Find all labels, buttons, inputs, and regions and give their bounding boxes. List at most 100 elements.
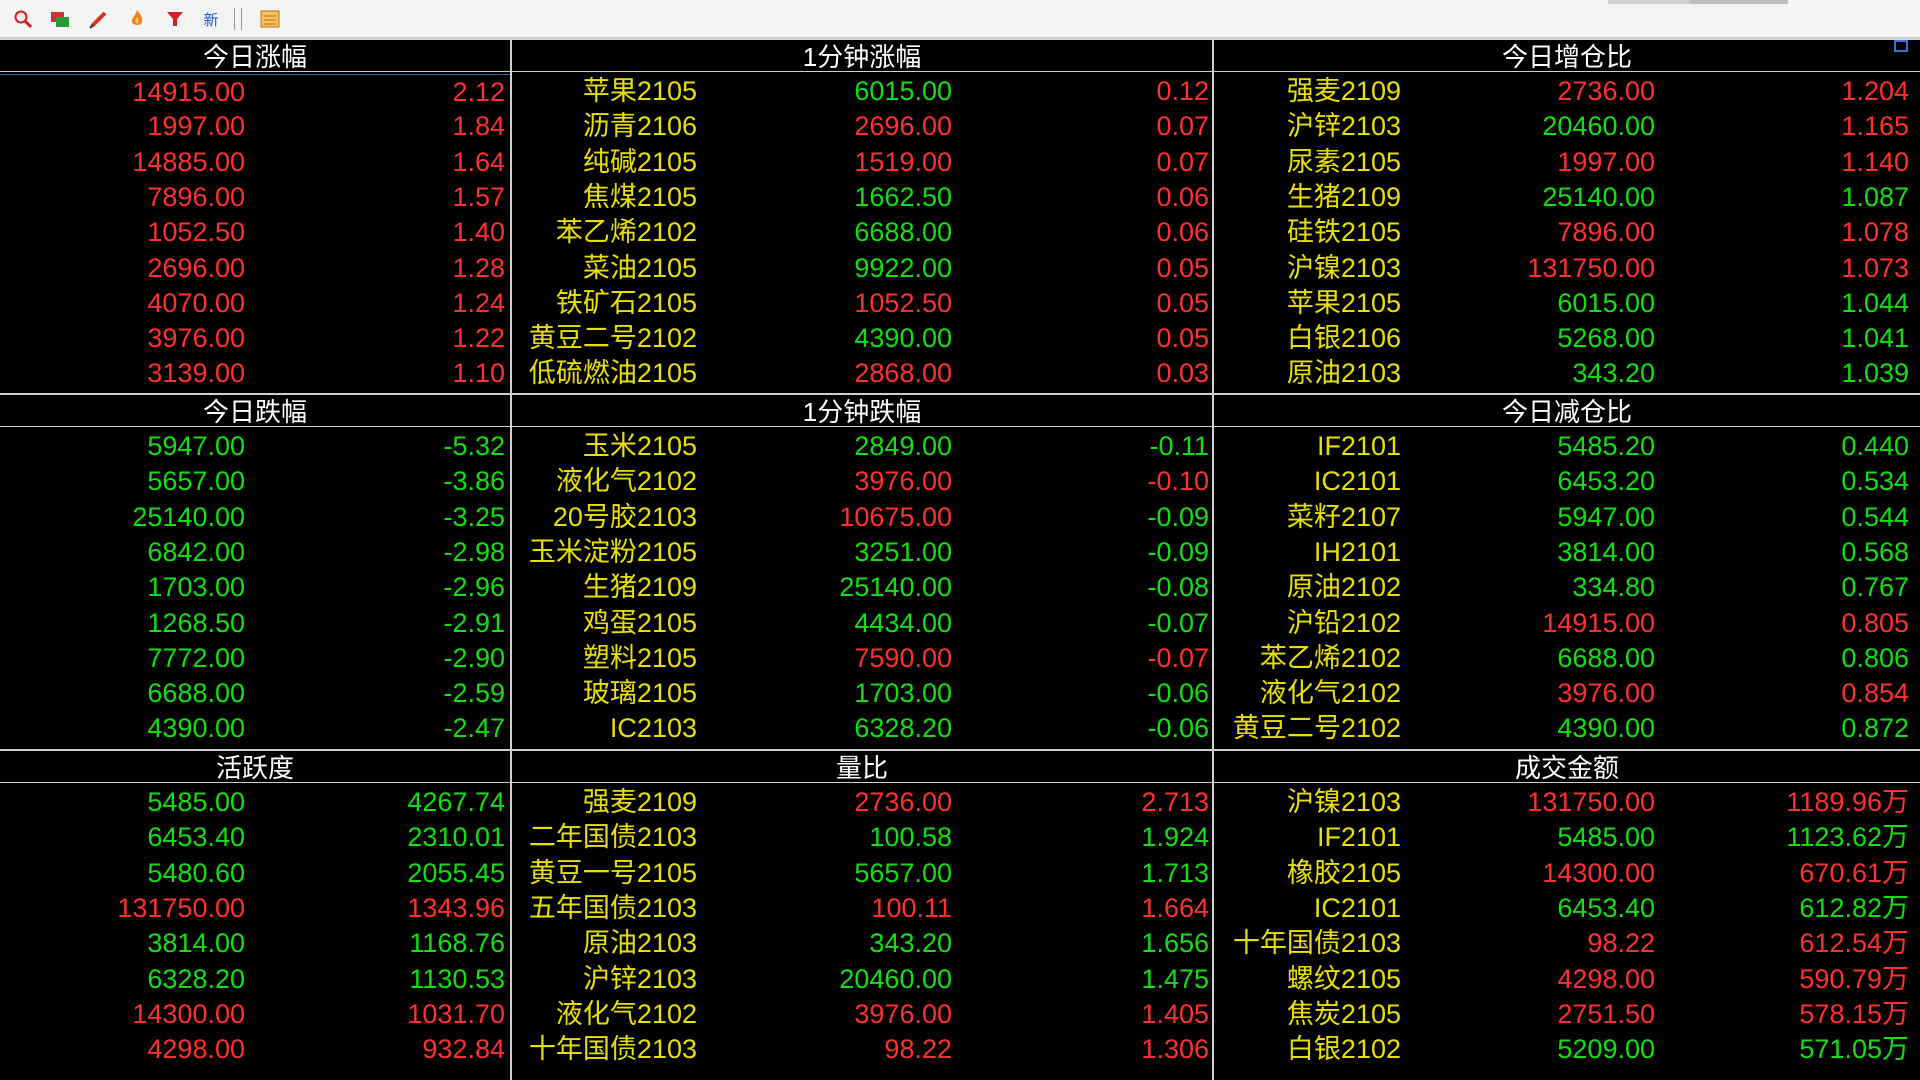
table-row[interactable]: 1997.00 1.84 — [0, 109, 510, 144]
table-row[interactable]: 苯乙烯2102 6688.00 0.06 — [512, 215, 1212, 250]
table-row[interactable]: IC2103 6328.20 -0.06 — [512, 711, 1212, 746]
table-row[interactable]: 原油2102 334.80 0.767 — [1214, 570, 1920, 605]
contract-name-cell: 鸡蛋2105 — [582, 607, 697, 638]
table-row[interactable]: 131750.00 1343.96 — [0, 891, 510, 926]
contract-name-cell: 十年国债2103 — [528, 1034, 697, 1065]
table-row[interactable]: 螺纹2105 4298.00 590.79万 — [1214, 962, 1920, 997]
table-row[interactable]: 玻璃2105 1703.00 -0.06 — [512, 676, 1212, 711]
table-row[interactable]: 5485.00 4267.74 — [0, 785, 510, 820]
table-row[interactable]: IC2101 6453.20 0.534 — [1214, 464, 1920, 499]
table-row[interactable]: 6453.40 2310.01 — [0, 820, 510, 855]
price-cell: 5947.00 — [147, 431, 245, 461]
value-cell: 571.05万 — [1799, 1034, 1909, 1065]
table-row[interactable]: 沪镍2103 131750.00 1189.96万 — [1214, 785, 1920, 820]
table-row[interactable]: 3976.00 1.22 — [0, 321, 510, 356]
table-row[interactable]: 菜油2105 9922.00 0.05 — [512, 251, 1212, 286]
table-row[interactable]: 25140.00 -3.25 — [0, 500, 510, 535]
table-row[interactable]: IC2101 6453.40 612.82万 — [1214, 891, 1920, 926]
table-row[interactable]: 沪铅2102 14915.00 0.805 — [1214, 606, 1920, 641]
table-row[interactable]: 焦炭2105 2751.50 578.15万 — [1214, 997, 1920, 1032]
filter-icon[interactable] — [162, 7, 188, 31]
table-row[interactable]: 液化气2102 3976.00 0.854 — [1214, 676, 1920, 711]
table-row[interactable]: 橡胶2105 14300.00 670.61万 — [1214, 856, 1920, 891]
search-icon[interactable] — [10, 7, 36, 31]
price-cell: 25140.00 — [839, 572, 952, 603]
price-cell: 100.58 — [869, 822, 952, 853]
table-row[interactable]: 1268.50 -2.91 — [0, 606, 510, 641]
contract-name-cell: 20号胶2103 — [552, 501, 697, 532]
table-row[interactable]: 铁矿石2105 1052.50 0.05 — [512, 286, 1212, 321]
contract-name-cell: 十年国债2103 — [1232, 928, 1401, 959]
table-row[interactable]: 液化气2102 3976.00 -0.10 — [512, 464, 1212, 499]
table-row[interactable]: 14885.00 1.64 — [0, 145, 510, 180]
table-row[interactable]: 塑料2105 7590.00 -0.07 — [512, 641, 1212, 676]
table-row[interactable]: 1703.00 -2.96 — [0, 570, 510, 605]
pen-icon[interactable] — [86, 7, 112, 31]
value-cell: -2.98 — [443, 536, 505, 567]
table-row[interactable]: 6688.00 -2.59 — [0, 676, 510, 711]
table-row[interactable]: 黄豆二号2102 4390.00 0.05 — [512, 321, 1212, 356]
table-row[interactable]: 强麦2109 2736.00 2.713 — [512, 785, 1212, 820]
table-row[interactable]: 十年国债2103 98.22 612.54万 — [1214, 926, 1920, 961]
value-cell: 1.10 — [452, 358, 505, 389]
table-row[interactable]: 沪锌2103 20460.00 1.165 — [1214, 109, 1920, 144]
table-row[interactable]: 4390.00 -2.47 — [0, 711, 510, 746]
flame-icon[interactable] — [124, 7, 150, 31]
table-row[interactable]: 6842.00 -2.98 — [0, 535, 510, 570]
table-row[interactable]: 生猪2109 25140.00 -0.08 — [512, 570, 1212, 605]
table-row[interactable]: 十年国债2103 98.22 1.306 — [512, 1032, 1212, 1067]
window-tab[interactable] — [1690, 0, 1788, 4]
table-row[interactable]: 14915.00 2.12 — [0, 74, 510, 109]
table-row[interactable]: 沪镍2103 131750.00 1.073 — [1214, 251, 1920, 286]
table-row[interactable]: 苯乙烯2102 6688.00 0.806 — [1214, 641, 1920, 676]
table-row[interactable]: 1052.50 1.40 — [0, 215, 510, 250]
calendar-icon[interactable] — [257, 7, 283, 31]
table-row[interactable]: 6328.20 1130.53 — [0, 962, 510, 997]
table-row[interactable]: IF2101 5485.20 0.440 — [1214, 429, 1920, 464]
windows-icon[interactable] — [47, 7, 73, 31]
table-row[interactable]: 14300.00 1031.70 — [0, 997, 510, 1032]
table-row[interactable]: 苹果2105 6015.00 0.12 — [512, 74, 1212, 109]
table-row[interactable]: 黄豆二号2102 4390.00 0.872 — [1214, 711, 1920, 746]
table-row[interactable]: 五年国债2103 100.11 1.664 — [512, 891, 1212, 926]
price-cell: 4298.00 — [147, 1034, 245, 1065]
table-row[interactable]: 原油2103 343.20 1.039 — [1214, 356, 1920, 391]
table-row[interactable]: 原油2103 343.20 1.656 — [512, 926, 1212, 961]
table-row[interactable]: 纯碱2105 1519.00 0.07 — [512, 145, 1212, 180]
table-row[interactable]: 4298.00 932.84 — [0, 1032, 510, 1067]
table-row[interactable]: 强麦2109 2736.00 1.204 — [1214, 74, 1920, 109]
maximize-icon[interactable] — [1894, 40, 1908, 52]
table-row[interactable]: 尿素2105 1997.00 1.140 — [1214, 145, 1920, 180]
table-row[interactable]: 2696.00 1.28 — [0, 251, 510, 286]
contract-name-cell: 苯乙烯2102 — [555, 217, 697, 248]
table-row[interactable]: 玉米2105 2849.00 -0.11 — [512, 429, 1212, 464]
table-row[interactable]: 沪锌2103 20460.00 1.475 — [512, 962, 1212, 997]
table-row[interactable]: 5657.00 -3.86 — [0, 464, 510, 499]
table-row[interactable]: 20号胶2103 10675.00 -0.09 — [512, 500, 1212, 535]
value-cell: -0.07 — [1147, 642, 1209, 673]
table-row[interactable]: 沥青2106 2696.00 0.07 — [512, 109, 1212, 144]
table-row[interactable]: 苹果2105 6015.00 1.044 — [1214, 286, 1920, 321]
new-icon[interactable]: 新 — [198, 7, 224, 31]
table-row[interactable]: 低硫燃油2105 2868.00 0.03 — [512, 356, 1212, 391]
table-row[interactable]: 7896.00 1.57 — [0, 180, 510, 215]
table-row[interactable]: 鸡蛋2105 4434.00 -0.07 — [512, 606, 1212, 641]
table-row[interactable]: 黄豆一号2105 5657.00 1.713 — [512, 856, 1212, 891]
table-row[interactable]: 7772.00 -2.90 — [0, 641, 510, 676]
table-row[interactable]: 焦煤2105 1662.50 0.06 — [512, 180, 1212, 215]
table-row[interactable]: 5480.60 2055.45 — [0, 856, 510, 891]
table-row[interactable]: 5947.00 -5.32 — [0, 429, 510, 464]
table-row[interactable]: 二年国债2103 100.58 1.924 — [512, 820, 1212, 855]
table-row[interactable]: 菜籽2107 5947.00 0.544 — [1214, 500, 1920, 535]
table-row[interactable]: 4070.00 1.24 — [0, 286, 510, 321]
table-row[interactable]: 液化气2102 3976.00 1.405 — [512, 997, 1212, 1032]
table-row[interactable]: 玉米淀粉2105 3251.00 -0.09 — [512, 535, 1212, 570]
table-row[interactable]: 硅铁2105 7896.00 1.078 — [1214, 215, 1920, 250]
table-row[interactable]: IF2101 5485.00 1123.62万 — [1214, 820, 1920, 855]
table-row[interactable]: 白银2106 5268.00 1.041 — [1214, 321, 1920, 356]
table-row[interactable]: 3814.00 1168.76 — [0, 926, 510, 961]
table-row[interactable]: 白银2102 5209.00 571.05万 — [1214, 1032, 1920, 1067]
table-row[interactable]: 3139.00 1.10 — [0, 356, 510, 391]
table-row[interactable]: 生猪2109 25140.00 1.087 — [1214, 180, 1920, 215]
table-row[interactable]: IH2101 3814.00 0.568 — [1214, 535, 1920, 570]
